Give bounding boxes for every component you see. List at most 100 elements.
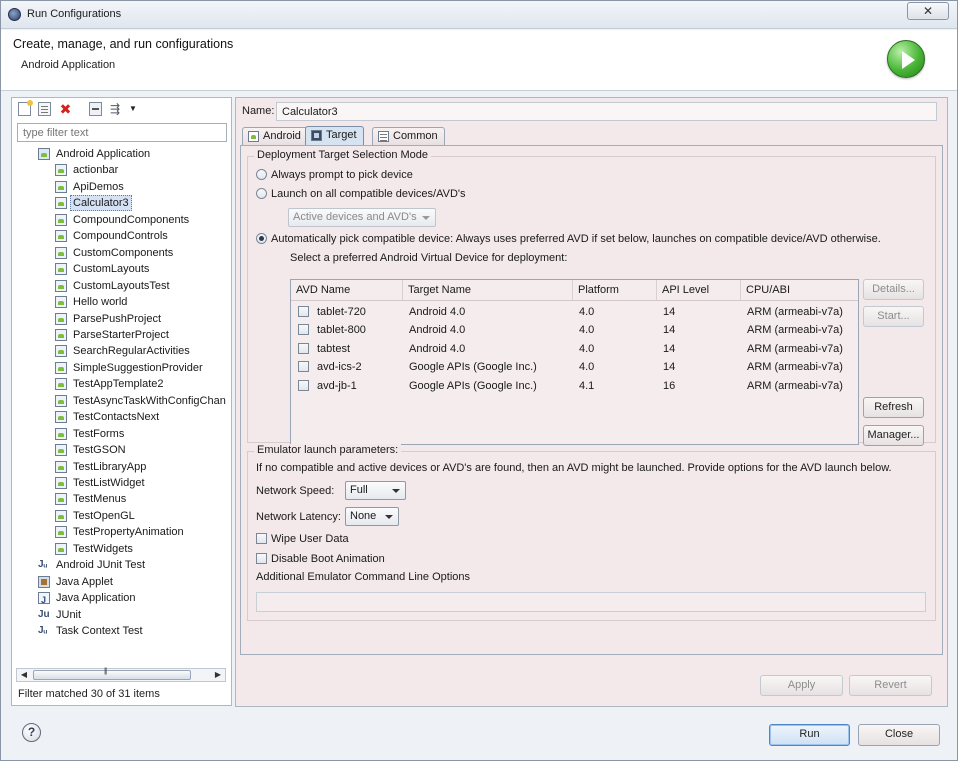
avd-row[interactable]: avd-ics-2 Google APIs (Google Inc.) 4.0 14 A… (291, 358, 858, 376)
details-button[interactable]: Details... (863, 279, 924, 300)
tree-item[interactable]: Jᵤ Android JUnit Test (12, 557, 231, 573)
tree-item[interactable]: TestContactsNext (12, 409, 231, 425)
avd-cell-api: 16 (663, 379, 676, 392)
launch-all-radio[interactable] (256, 188, 267, 199)
tree-item[interactable]: TestMenus (12, 491, 231, 507)
tree-item[interactable]: SimpleSuggestionProvider (12, 360, 231, 376)
collapse-all-icon[interactable] (89, 102, 102, 116)
tree-item[interactable]: TestAsyncTaskWithConfigChan (12, 393, 231, 409)
auto-pick-radio[interactable] (256, 233, 267, 244)
avd-row[interactable]: avd-jb-1 Google APIs (Google Inc.) 4.1 16 AR… (291, 377, 858, 395)
tree-item[interactable]: CompoundComponents (12, 212, 231, 228)
tree-item[interactable]: Java Applet (12, 574, 231, 590)
tree-item[interactable]: TestGSON (12, 442, 231, 458)
tree-item[interactable]: CompoundControls (12, 228, 231, 244)
tree-item-label: TestWidgets (73, 542, 133, 555)
help-icon[interactable]: ? (22, 723, 41, 742)
scroll-left-icon[interactable]: ◀ (17, 669, 31, 681)
apply-button[interactable]: Apply (760, 675, 843, 696)
tree-item-label: Android JUnit Test (56, 559, 146, 572)
avd-row[interactable]: tablet-800 Android 4.0 4.0 14 ARM (armeabi-v… (291, 321, 858, 339)
new-configuration-icon[interactable] (18, 100, 33, 116)
tree-item[interactable]: CustomLayoutsTest (12, 278, 231, 294)
emulator-group-title: Emulator launch parameters: (254, 444, 402, 456)
avd-row-checkbox[interactable] (298, 342, 309, 354)
tree-item[interactable]: TestPropertyAnimation (12, 524, 231, 540)
tree-item[interactable]: ParsePushProject (12, 311, 231, 327)
tree-item[interactable]: TestWidgets (12, 541, 231, 557)
tree-item[interactable]: TestLibraryApp (12, 459, 231, 475)
tree-item[interactable]: CustomLayouts (12, 261, 231, 277)
run-button[interactable]: Run (769, 724, 850, 746)
tree-item-label: TestAppTemplate2 (73, 378, 164, 391)
avd-cell-api: 14 (663, 361, 676, 374)
android-icon (55, 444, 67, 457)
tree-item[interactable]: Android Application (12, 146, 231, 162)
column-header[interactable]: CPU/ABI (741, 280, 858, 300)
avd-row-checkbox[interactable] (298, 306, 309, 317)
network-speed-select[interactable]: Full (345, 481, 406, 500)
tree-item-label: ParseStarterProject (73, 328, 169, 341)
avd-cell-platform: 4.0 (579, 324, 595, 337)
tree-item[interactable]: ParseStarterProject (12, 327, 231, 343)
additional-options-field[interactable] (256, 592, 926, 612)
active-devices-select[interactable]: Active devices and AVD's (288, 208, 436, 227)
name-field[interactable] (276, 102, 937, 121)
avd-row[interactable]: tablet-720 Android 4.0 4.0 14 ARM (armeabi-v… (291, 303, 858, 321)
avd-row-checkbox[interactable] (298, 324, 309, 336)
tree-item[interactable]: Ju JUnit (12, 607, 231, 623)
select-avd-label: Select a preferred Android Virtual Devic… (290, 252, 568, 264)
tree-item[interactable]: SearchRegularActivities (12, 343, 231, 359)
avd-cell-abi: ARM (armeabi-v7a) (747, 342, 843, 355)
tree-item[interactable]: CustomComponents (12, 245, 231, 261)
view-menu-icon[interactable]: ▼ (129, 102, 142, 116)
tree-item[interactable]: TestOpenGL (12, 508, 231, 524)
always-prompt-radio[interactable] (256, 169, 267, 180)
tab-target[interactable]: Target (305, 126, 364, 146)
refresh-button[interactable]: Refresh (863, 397, 924, 418)
tree-item-label: Task Context Test (56, 625, 143, 638)
tab-common[interactable]: Common (372, 127, 445, 145)
tree-item[interactable]: TestListWidget (12, 475, 231, 491)
column-header[interactable]: AVD Name (291, 280, 403, 300)
tree-item[interactable]: Calculator3 (12, 195, 231, 212)
tree-item[interactable]: Java Application (12, 590, 231, 608)
header-subtitle: Android Application (21, 59, 116, 71)
tree-item[interactable]: actionbar (12, 162, 231, 178)
tab-android[interactable]: Android (242, 127, 308, 145)
close-button[interactable]: Close (858, 724, 940, 746)
avd-row-checkbox[interactable] (298, 379, 309, 391)
tree-item[interactable]: TestAppTemplate2 (12, 376, 231, 392)
launch-all-label: Launch on all compatible devices/AVD's (271, 188, 466, 200)
scroll-thumb[interactable] (33, 668, 191, 680)
tree-item[interactable]: Jᵤ Task Context Test (12, 623, 231, 639)
android-icon (55, 361, 67, 374)
column-header[interactable]: Platform (573, 280, 657, 300)
filter-icon[interactable]: ⇶ (110, 102, 123, 116)
window-close-button[interactable]: ✕ (907, 2, 949, 20)
column-header[interactable]: API Level (657, 280, 741, 300)
tree-item[interactable]: Hello world (12, 294, 231, 310)
revert-button[interactable]: Revert (849, 675, 932, 696)
column-header[interactable]: Target Name (403, 280, 573, 300)
android-icon (55, 312, 67, 325)
tree-horizontal-scrollbar[interactable]: ◀ ▶ (16, 668, 226, 682)
network-latency-select[interactable]: None (345, 507, 399, 526)
tree-item[interactable]: ApiDemos (12, 179, 231, 195)
start-button[interactable]: Start... (863, 306, 924, 327)
disable-boot-animation-checkbox[interactable] (256, 553, 267, 564)
wipe-user-data-checkbox[interactable] (256, 533, 267, 544)
avd-cell-target: Android 4.0 (409, 324, 466, 337)
scroll-right-icon[interactable]: ▶ (211, 669, 225, 681)
manager-button[interactable]: Manager... (863, 425, 924, 446)
emulator-launch-group: Emulator launch parameters: If no compat… (247, 444, 936, 621)
filter-input[interactable] (17, 123, 227, 142)
avd-row-checkbox[interactable] (298, 361, 309, 373)
tree-item-label: TestContactsNext (73, 411, 160, 424)
avd-row[interactable]: tabtest Android 4.0 4.0 14 ARM (armeabi-v7a) (291, 340, 858, 358)
avd-cell-api: 14 (663, 306, 676, 318)
delete-icon[interactable]: ✖ (59, 102, 72, 116)
tree-item[interactable]: TestForms (12, 426, 231, 442)
title-bar: Run Configurations ✕ (1, 1, 957, 29)
duplicate-icon[interactable] (38, 102, 51, 116)
